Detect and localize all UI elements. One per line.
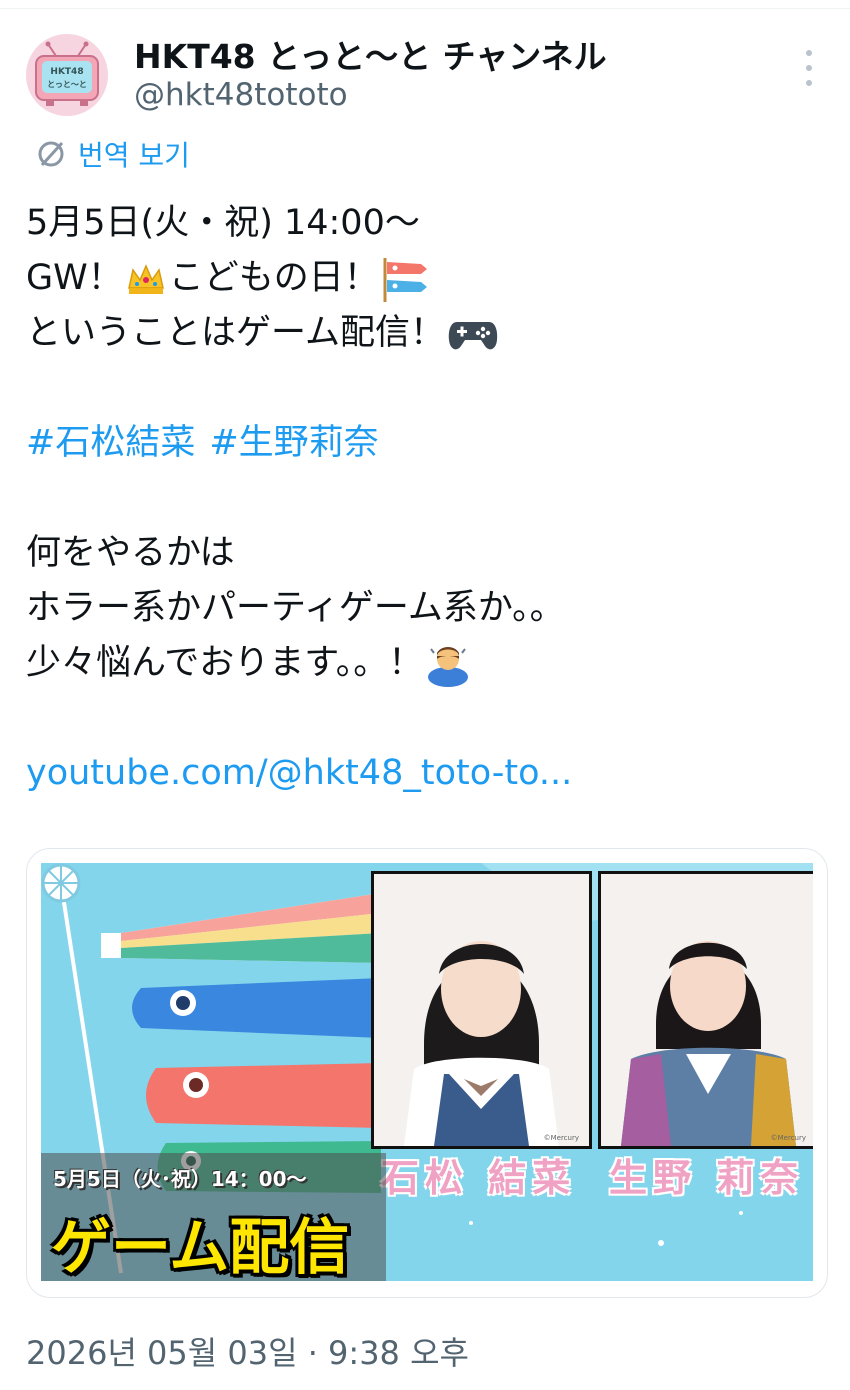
youtube-link[interactable]: youtube.com/@hkt48_toto-to... (26, 746, 826, 801)
tweet-line-part: こどもの日！ (168, 258, 379, 298)
hashtag-link[interactable]: #石松結菜 (26, 416, 195, 471)
avatar-text-top: HKT48 (50, 67, 83, 77)
more-dot (806, 50, 812, 56)
globe-translate-icon (38, 141, 64, 167)
avatar[interactable]: HKT48 とっと〜と (26, 34, 108, 116)
tweet-text: 5月5日(火・祝) 14:00〜 GW！ こどもの日！ ということはゲーム配信！ (26, 196, 826, 801)
member-photo-1: ©Mercury (371, 871, 592, 1149)
author-handle[interactable]: @hkt48tototo (134, 77, 348, 113)
stream-date: 5月5日（火･祝）14：00〜 (53, 1167, 307, 1191)
tweet-line-part: GW！ (26, 258, 123, 298)
game-controller-icon (448, 321, 498, 349)
member-portrait-image: ©Mercury (601, 874, 813, 1146)
top-divider (0, 8, 850, 9)
tweet-line: 何をやるかは (26, 533, 235, 573)
member-portrait-image: ©Mercury (374, 874, 589, 1146)
tweet-line-part: 少々悩んでおります。。！ (26, 643, 424, 683)
crown-icon (127, 263, 164, 294)
member-name-2: 生野 莉奈 (609, 1156, 805, 1200)
bowing-person-icon (428, 646, 469, 687)
stream-headline: ゲーム配信 (51, 1213, 350, 1281)
banner-image: ©Mercury ©Mercury 石松 結菜 生野 莉奈 5月5日（火･祝）1… (41, 863, 813, 1281)
tweet-line: 少々悩んでおります。。！ (26, 636, 826, 691)
member-name-1: 石松 結菜 (381, 1156, 577, 1200)
tweet-line: ホラー系かパーティゲーム系か。。 (26, 588, 565, 628)
carp-streamer-icon (383, 257, 427, 302)
hashtag-line: #石松結菜 #生野莉奈 (26, 416, 826, 471)
translate-label: 번역 보기 (78, 139, 190, 172)
translate-button[interactable]: 번역 보기 (34, 134, 190, 174)
author-display-name[interactable]: HKT48 とっと〜と チャンネル (134, 30, 607, 78)
tweet-timestamp[interactable]: 2026년 05월 03일 · 9:38 오후 (26, 1328, 469, 1374)
tweet-line: GW！ こどもの日！ (26, 251, 826, 306)
media-image[interactable]: ©Mercury ©Mercury 石松 結菜 生野 莉奈 5月5日（火･祝）1… (26, 848, 828, 1298)
tweet-line-part: ということはゲーム配信！ (26, 313, 445, 353)
hashtag-link[interactable]: #生野莉奈 (209, 416, 378, 471)
member-photo-2: ©Mercury (598, 871, 813, 1149)
more-dot (806, 65, 812, 71)
tweet-line: ということはゲーム配信！ (26, 306, 826, 361)
tweet-line: 5月5日(火・祝) 14:00〜 (26, 203, 420, 243)
copyright-text: ©Mercury (771, 1134, 806, 1142)
copyright-text: ©Mercury (544, 1134, 579, 1142)
avatar-text-bottom: とっと〜と (47, 80, 87, 89)
more-dot (806, 80, 812, 86)
more-options-icon[interactable] (792, 50, 826, 86)
tv-logo-icon: HKT48 とっと〜と (35, 41, 99, 106)
